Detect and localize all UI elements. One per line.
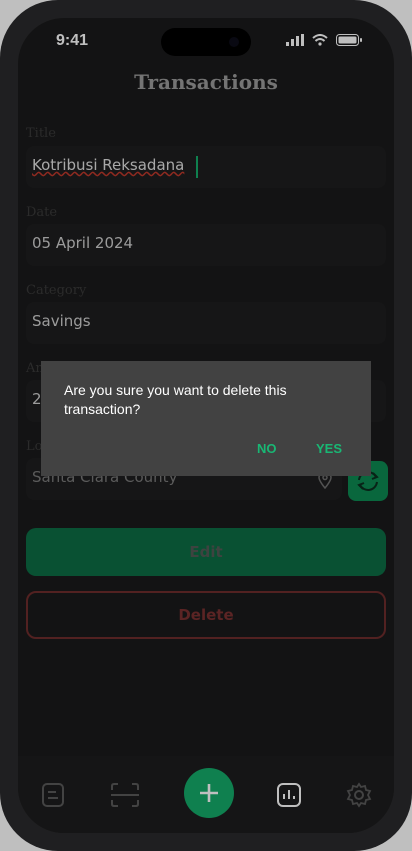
delete-confirm-dialog: Are you sure you want to delete this tra… <box>41 361 371 476</box>
dialog-no-button[interactable]: NO <box>257 441 277 456</box>
dialog-message: Are you sure you want to delete this tra… <box>64 382 287 417</box>
dialog-yes-button[interactable]: YES <box>316 441 342 456</box>
